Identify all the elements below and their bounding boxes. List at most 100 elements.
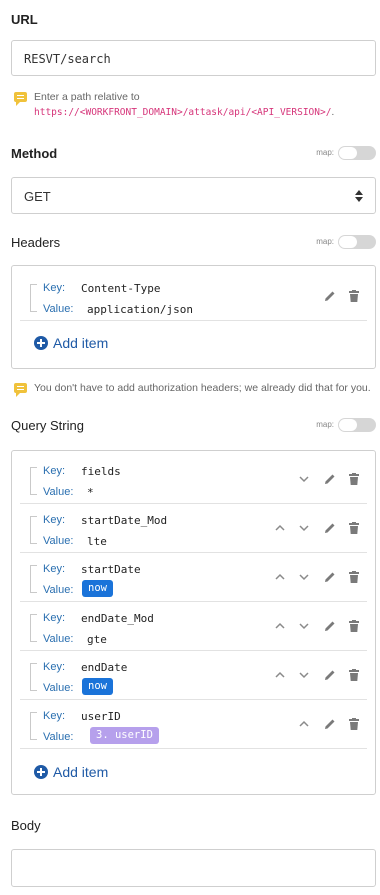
- headers-map-toggle[interactable]: map:: [316, 235, 376, 249]
- query-add-item-button[interactable]: Add item: [34, 764, 108, 780]
- query-row: Key: startDate Value: now: [20, 553, 367, 602]
- pencil-icon[interactable]: [323, 472, 337, 486]
- pencil-icon[interactable]: [323, 717, 337, 731]
- pencil-icon[interactable]: [323, 521, 337, 535]
- value-label: Value:: [43, 535, 74, 547]
- headers-hint: You don't have to add authorization head…: [14, 381, 371, 397]
- pencil-icon[interactable]: [323, 619, 337, 633]
- headers-hint-text: You don't have to add authorization head…: [34, 382, 371, 394]
- key-label: Key:: [43, 661, 66, 673]
- value-label: Value:: [43, 486, 74, 498]
- key-label: Key:: [43, 612, 66, 624]
- key-label: Key:: [43, 710, 66, 722]
- query-key[interactable]: startDate: [81, 563, 141, 576]
- url-input[interactable]: RESVT/search: [11, 40, 376, 76]
- headers-add-item-button[interactable]: Add item: [34, 335, 108, 351]
- row-bracket: [30, 712, 38, 740]
- key-label: Key:: [43, 465, 66, 477]
- query-value-pill[interactable]: now: [82, 580, 113, 597]
- hint-icon: [14, 92, 27, 106]
- chevron-up-icon[interactable]: [275, 621, 285, 631]
- query-string-panel: Key: fields Value: * Key: startDate_Mod …: [11, 450, 376, 795]
- query-row: Key: startDate_Mod Value: lte: [20, 504, 367, 553]
- key-label: Key:: [43, 563, 66, 575]
- chevron-up-icon[interactable]: [275, 572, 285, 582]
- value-label: Value:: [43, 303, 74, 315]
- url-hint-suffix: .: [331, 106, 335, 118]
- method-select[interactable]: GET: [11, 177, 376, 214]
- map-switch[interactable]: [338, 418, 376, 432]
- add-item-label: Add item: [53, 335, 109, 351]
- chevron-down-icon[interactable]: [299, 670, 309, 680]
- query-row: Key: endDate_Mod Value: gte: [20, 602, 367, 651]
- query-string-label: Query String: [11, 418, 84, 433]
- query-value[interactable]: gte: [87, 633, 107, 646]
- query-key[interactable]: userID: [81, 710, 121, 723]
- pencil-icon[interactable]: [323, 570, 337, 584]
- query-key[interactable]: startDate_Mod: [81, 514, 167, 527]
- map-label: map:: [316, 420, 334, 430]
- row-bracket: [30, 467, 38, 495]
- chevron-up-icon[interactable]: [299, 719, 309, 729]
- pencil-icon[interactable]: [323, 668, 337, 682]
- map-label: map:: [316, 148, 334, 158]
- body-label: Body: [11, 818, 41, 833]
- chevron-up-icon[interactable]: [275, 523, 285, 533]
- header-key[interactable]: Content-Type: [81, 282, 160, 295]
- query-value-pill[interactable]: 3. userID: [90, 727, 159, 744]
- query-key[interactable]: endDate: [81, 661, 127, 674]
- map-label: map:: [316, 237, 334, 247]
- url-hint: Enter a path relative to https://<WORKFR…: [14, 90, 334, 120]
- value-label: Value:: [43, 731, 74, 743]
- plus-circle-icon: [34, 765, 48, 779]
- query-string-map-toggle[interactable]: map:: [316, 418, 376, 432]
- add-item-label: Add item: [53, 764, 109, 780]
- map-switch[interactable]: [338, 146, 376, 160]
- query-value-pill[interactable]: now: [82, 678, 113, 695]
- headers-label: Headers: [11, 235, 61, 250]
- url-label: URL: [11, 12, 38, 27]
- query-value[interactable]: *: [87, 486, 94, 499]
- row-bracket: [30, 516, 38, 544]
- hint-icon: [14, 383, 27, 397]
- trash-icon[interactable]: [347, 289, 361, 303]
- chevron-down-icon[interactable]: [299, 572, 309, 582]
- key-label: Key:: [43, 514, 66, 526]
- key-label: Key:: [43, 282, 66, 294]
- trash-icon[interactable]: [347, 521, 361, 535]
- value-label: Value:: [43, 633, 74, 645]
- method-selected-value: GET: [24, 189, 51, 204]
- row-bracket: [30, 663, 38, 691]
- chevron-up-icon[interactable]: [275, 670, 285, 680]
- url-hint-path: https://<WORKFRONT_DOMAIN>/attask/api/<A…: [34, 107, 332, 118]
- header-value[interactable]: application/json: [87, 303, 193, 316]
- trash-icon[interactable]: [347, 668, 361, 682]
- select-caret-icon: [355, 189, 363, 203]
- chevron-down-icon[interactable]: [299, 474, 309, 484]
- method-map-toggle[interactable]: map:: [316, 146, 376, 160]
- map-switch[interactable]: [338, 235, 376, 249]
- chevron-down-icon[interactable]: [299, 621, 309, 631]
- plus-circle-icon: [34, 336, 48, 350]
- value-label: Value:: [43, 682, 74, 694]
- header-row: Key: Content-Type Value: application/jso…: [20, 272, 367, 321]
- chevron-down-icon[interactable]: [299, 523, 309, 533]
- trash-icon[interactable]: [347, 717, 361, 731]
- value-label: Value:: [43, 584, 74, 596]
- query-row: Key: userID Value: 3. userID: [20, 700, 367, 749]
- url-hint-text: Enter a path relative to: [34, 91, 140, 103]
- headers-panel: Key: Content-Type Value: application/jso…: [11, 265, 376, 369]
- row-bracket: [30, 565, 38, 593]
- body-input[interactable]: [11, 849, 376, 887]
- trash-icon[interactable]: [347, 570, 361, 584]
- pencil-icon[interactable]: [323, 289, 337, 303]
- trash-icon[interactable]: [347, 619, 361, 633]
- row-bracket: [30, 284, 38, 312]
- query-value[interactable]: lte: [87, 535, 107, 548]
- query-key[interactable]: endDate_Mod: [81, 612, 154, 625]
- query-row: Key: fields Value: *: [20, 455, 367, 504]
- row-bracket: [30, 614, 38, 642]
- query-key[interactable]: fields: [81, 465, 121, 478]
- trash-icon[interactable]: [347, 472, 361, 486]
- method-label: Method: [11, 146, 58, 161]
